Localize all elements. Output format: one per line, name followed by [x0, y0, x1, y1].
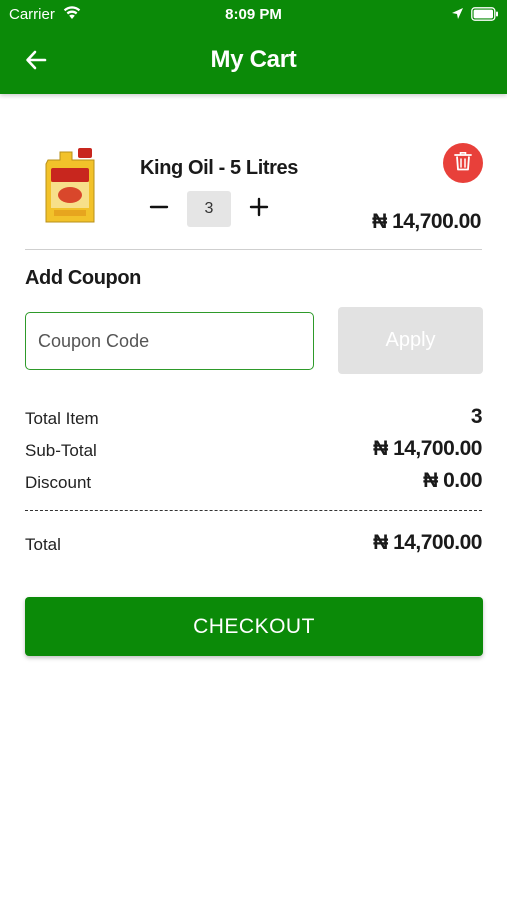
total-label: Total: [25, 535, 61, 554]
page-title: My Cart: [210, 46, 297, 73]
trash-icon: [454, 151, 472, 176]
coupon-heading: Add Coupon: [25, 267, 141, 289]
quantity-value: 3: [187, 191, 231, 227]
increase-quantity-button[interactable]: [246, 196, 272, 222]
discount-label: Discount: [25, 473, 92, 492]
decrease-quantity-button[interactable]: [146, 196, 172, 222]
status-bar: Carrier 8:09 PM: [0, 0, 507, 28]
product-name: King Oil - 5 Litres: [140, 157, 298, 179]
oil-jerrycan-image: [38, 146, 102, 226]
apply-coupon-button[interactable]: Apply: [338, 307, 483, 374]
summary-dashed-divider: [25, 510, 482, 511]
subtotal-label: Sub-Total: [25, 441, 97, 460]
total-item-value: 3: [470, 405, 483, 428]
total-item-label: Total Item: [25, 409, 99, 428]
discount-value: ₦ 0.00: [423, 469, 482, 492]
plus-icon: [249, 197, 269, 222]
total-value: ₦ 14,700.00: [373, 531, 482, 554]
battery-icon: [471, 7, 499, 25]
coupon-code-input[interactable]: [25, 312, 314, 370]
delete-item-button[interactable]: [443, 143, 483, 183]
checkout-button[interactable]: CHECKOUT: [25, 597, 483, 656]
item-price: ₦ 14,700.00: [372, 210, 481, 233]
item-divider: [25, 249, 482, 250]
minus-icon: [149, 197, 169, 222]
summary-row-subtotal: Sub-Total ₦ 14,700.00: [25, 437, 482, 463]
subtotal-value: ₦ 14,700.00: [373, 437, 482, 460]
app-header: Carrier 8:09 PM My Cart: [0, 0, 507, 94]
location-arrow-icon: [451, 7, 464, 24]
summary-row-total: Total ₦ 14,700.00: [25, 531, 482, 557]
summary-row-total-item: Total Item 3: [25, 405, 483, 431]
status-time: 8:09 PM: [225, 6, 282, 23]
summary-row-discount: Discount ₦ 0.00: [25, 469, 482, 495]
